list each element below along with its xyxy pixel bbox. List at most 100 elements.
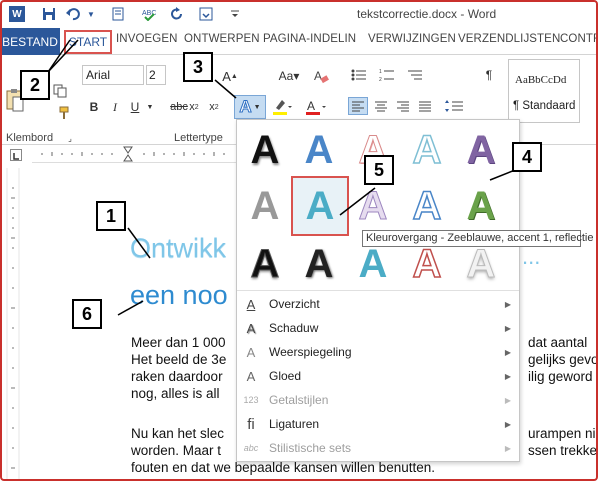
- align-left-button[interactable]: [348, 97, 368, 115]
- menu-number-styles: 123 Getalstijlen ▶: [237, 388, 519, 412]
- clear-formatting-icon[interactable]: A: [312, 67, 330, 85]
- menu-outline-label: Overzicht: [269, 297, 320, 311]
- copy-icon[interactable]: [52, 83, 68, 99]
- tab-design[interactable]: ONTWERPEN: [184, 33, 260, 45]
- horizontal-ruler[interactable]: [32, 145, 242, 163]
- highlight-color-button[interactable]: [270, 97, 294, 117]
- align-right-button[interactable]: [394, 97, 412, 115]
- grow-font-button[interactable]: A ▲: [220, 67, 240, 85]
- menu-number-styles-label: Getalstijlen: [269, 393, 329, 407]
- justify-button[interactable]: [416, 97, 434, 115]
- font-name-combo[interactable]: Arial: [82, 65, 144, 85]
- tab-references[interactable]: VERWIJZINGEN: [368, 33, 456, 45]
- body-line-2-left[interactable]: Het beeld de 3e: [131, 352, 226, 367]
- customize-qat-icon[interactable]: [226, 5, 244, 23]
- body-para2-line-2-left[interactable]: worden. Maar t: [131, 443, 221, 458]
- document-heading-line-1[interactable]: Ontwikk: [130, 233, 226, 264]
- body-line-4-left[interactable]: nog, alles is all: [131, 386, 220, 401]
- chevron-right-icon: ▶: [504, 443, 511, 453]
- bold-button[interactable]: B: [87, 99, 101, 115]
- effect-green-fill[interactable]: A: [457, 182, 505, 230]
- undo-icon[interactable]: [64, 5, 82, 23]
- title-bar: W ▼ ABC tekstcorrectie.docx - Word: [0, 0, 598, 28]
- effect-aqua-outline[interactable]: A: [403, 126, 451, 174]
- menu-reflection[interactable]: A Weerspiegeling ▶: [237, 340, 519, 364]
- callout-6: 6: [72, 299, 102, 329]
- tab-home[interactable]: START: [64, 30, 112, 54]
- clipboard-launcher-icon[interactable]: ⌟: [66, 134, 74, 143]
- body-para2-line-3[interactable]: fouten en dat we bepaalde kansen willen …: [131, 460, 435, 475]
- effect-blue-fill[interactable]: A: [295, 126, 343, 174]
- effect-blue-outline[interactable]: A: [403, 182, 451, 230]
- effect-black-bevel[interactable]: A: [241, 240, 289, 288]
- stylistic-sets-icon: abc: [243, 443, 259, 453]
- number-styles-icon: 123: [243, 395, 259, 405]
- effect-silver-bevel[interactable]: A: [457, 240, 505, 288]
- tab-file[interactable]: BESTAND: [0, 28, 60, 55]
- body-para2-line-2-right[interactable]: ssen trekke: [528, 443, 597, 458]
- vertical-ruler[interactable]: [6, 168, 20, 481]
- menu-stylistic-sets-label: Stilistische sets: [269, 441, 352, 455]
- tab-layout[interactable]: PAGINA-INDELIN: [263, 33, 356, 45]
- tab-review[interactable]: CONTR: [560, 33, 598, 45]
- line-spacing-icon[interactable]: [442, 97, 466, 115]
- callout-1: 1: [96, 201, 126, 231]
- effect-purple-fill[interactable]: A: [457, 126, 505, 174]
- style-normal-preview: AaBbCcDd: [515, 74, 567, 86]
- body-para2-line-1-left[interactable]: Nu kan het slec: [131, 426, 224, 441]
- chevron-right-icon: ▶: [504, 395, 511, 405]
- body-line-2-right[interactable]: gelijks gevo: [528, 352, 598, 367]
- menu-ligatures[interactable]: fi Ligaturen ▶: [237, 412, 519, 436]
- italic-button[interactable]: I: [108, 99, 122, 115]
- effect-gray-fill[interactable]: A: [241, 182, 289, 230]
- repeat-icon[interactable]: [168, 5, 186, 23]
- svg-text:1: 1: [379, 69, 382, 75]
- tab-mailings[interactable]: VERZENDLIJSTEN: [458, 33, 560, 45]
- subscript-button[interactable]: x2: [186, 99, 202, 115]
- menu-outline[interactable]: A Overzicht ▶: [237, 292, 519, 316]
- body-line-3-left[interactable]: raken daardoor: [131, 369, 223, 384]
- menu-shadow[interactable]: A Schaduw ▶: [237, 316, 519, 340]
- body-para2-line-1-right[interactable]: urampen ni: [528, 426, 596, 441]
- numbering-icon[interactable]: 12: [378, 67, 396, 83]
- effect-teal-gradient-reflection[interactable]: A: [291, 176, 349, 236]
- superscript-button[interactable]: x2: [206, 99, 222, 115]
- chevron-right-icon: ▶: [504, 347, 511, 357]
- spelling-check-icon[interactable]: ABC: [140, 5, 158, 23]
- change-case-button[interactable]: Aa▾: [276, 67, 302, 85]
- body-line-1-left[interactable]: Meer dan 1 000: [131, 335, 226, 350]
- undo-dropdown-icon[interactable]: ▼: [82, 5, 100, 23]
- multilevel-list-icon[interactable]: [406, 67, 424, 83]
- effect-lavender-outline[interactable]: A: [349, 182, 397, 230]
- format-painter-icon[interactable]: [56, 105, 72, 121]
- body-line-1-right[interactable]: dat aantal: [528, 335, 587, 350]
- save-icon[interactable]: [40, 5, 58, 23]
- open-icon[interactable]: [197, 5, 215, 23]
- show-marks-icon[interactable]: ¶: [482, 67, 496, 83]
- style-normal[interactable]: AaBbCcDd ¶ Standaard: [508, 59, 580, 123]
- menu-shadow-label: Schaduw: [269, 321, 319, 335]
- font-color-button[interactable]: A: [304, 97, 328, 117]
- text-effects-icon: A: [239, 97, 252, 117]
- effect-red-outline-fill[interactable]: A: [403, 240, 451, 288]
- tab-insert[interactable]: INVOEGEN: [116, 33, 178, 45]
- align-center-button[interactable]: [372, 97, 390, 115]
- font-size-combo[interactable]: 2: [146, 65, 166, 85]
- effect-black-shadow[interactable]: A: [241, 126, 289, 174]
- effect-teal-bevel[interactable]: A: [349, 240, 397, 288]
- body-line-3-right[interactable]: ilig geword: [528, 369, 593, 384]
- shadow-icon: A: [246, 320, 256, 336]
- svg-text:ABC: ABC: [142, 10, 156, 17]
- effect-dark-shadow[interactable]: A: [295, 240, 343, 288]
- underline-dropdown-icon[interactable]: ▼: [146, 99, 154, 115]
- underline-button[interactable]: U: [128, 99, 142, 115]
- text-effects-button[interactable]: A ▼: [234, 95, 266, 119]
- ribbon-tab-bar: BESTAND START INVOEGEN ONTWERPEN PAGINA-…: [0, 28, 598, 55]
- document-heading-line-2[interactable]: een noo: [130, 280, 228, 311]
- heading-tail: ...: [522, 244, 541, 269]
- print-preview-icon[interactable]: [109, 5, 127, 23]
- menu-reflection-label: Weerspiegeling: [269, 345, 352, 359]
- bullets-icon[interactable]: [350, 67, 368, 83]
- menu-glow[interactable]: A Gloed ▶: [237, 364, 519, 388]
- tab-selector-icon[interactable]: [10, 149, 22, 161]
